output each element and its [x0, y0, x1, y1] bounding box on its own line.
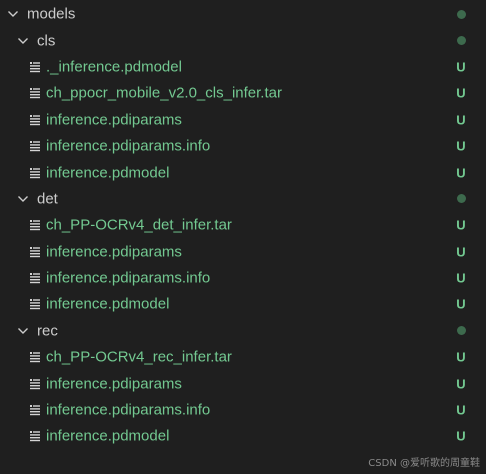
file-label: inference.pdiparams: [46, 243, 182, 261]
file-lines-icon: [29, 351, 41, 363]
file-lines-icon: [29, 404, 41, 416]
file-lines-icon: [29, 140, 41, 152]
untracked-badge: U: [456, 59, 466, 75]
file-lines-icon: [29, 430, 41, 442]
file-lines-icon: [29, 61, 41, 73]
file-row[interactable]: inference.pdiparams.info U: [0, 133, 486, 159]
file-label: ch_PP-OCRv4_det_infer.tar: [46, 216, 232, 234]
file-lines-icon: [29, 246, 41, 258]
file-lines-icon: [29, 167, 41, 179]
file-lines-icon: [29, 298, 41, 310]
file-lines-icon: [29, 272, 41, 284]
folder-row-cls[interactable]: cls: [0, 27, 486, 53]
watermark: CSDN @爱听歌的周童鞋: [368, 458, 480, 469]
file-row[interactable]: inference.pdiparams U: [0, 239, 486, 265]
file-row[interactable]: ch_PP-OCRv4_det_infer.tar U: [0, 212, 486, 238]
untracked-badge: U: [456, 428, 466, 444]
file-label: inference.pdmodel: [46, 164, 170, 182]
untracked-badge: U: [456, 376, 466, 392]
file-row[interactable]: inference.pdmodel U: [0, 423, 486, 449]
folder-label: models: [27, 5, 76, 23]
untracked-badge: U: [456, 85, 466, 101]
folder-label: rec: [37, 322, 58, 340]
file-label: inference.pdiparams.info: [46, 269, 211, 287]
modified-dot-indicator: [457, 9, 466, 19]
file-label: ch_ppocr_mobile_v2.0_cls_infer.tar: [46, 84, 282, 102]
untracked-badge: U: [456, 112, 466, 128]
file-label: ch_PP-OCRv4_rec_infer.tar: [46, 348, 232, 366]
file-row[interactable]: ch_ppocr_mobile_v2.0_cls_infer.tar U: [0, 80, 486, 106]
file-label: inference.pdiparams.info: [46, 137, 211, 155]
file-row[interactable]: inference.pdmodel U: [0, 159, 486, 185]
file-explorer-tree: models cls ._inference.pdmodel U ch_ppoc…: [0, 0, 486, 450]
folder-label: cls: [37, 32, 56, 50]
untracked-badge: U: [456, 244, 466, 260]
untracked-badge: U: [456, 217, 466, 233]
file-lines-icon: [29, 87, 41, 99]
file-label: inference.pdmodel: [46, 295, 170, 313]
file-lines-icon: [29, 378, 41, 390]
file-row[interactable]: inference.pdiparams U: [0, 370, 486, 396]
modified-dot-indicator: [457, 326, 466, 336]
untracked-badge: U: [456, 165, 466, 181]
chevron-down-icon[interactable]: [16, 34, 30, 48]
file-row[interactable]: ch_PP-OCRv4_rec_infer.tar U: [0, 344, 486, 370]
chevron-down-icon[interactable]: [16, 192, 30, 206]
file-lines-icon: [29, 219, 41, 231]
folder-row-rec[interactable]: rec: [0, 318, 486, 344]
file-label: ._inference.pdmodel: [46, 58, 182, 76]
folder-label: det: [37, 190, 58, 208]
untracked-badge: U: [456, 349, 466, 365]
file-row[interactable]: inference.pdiparams.info U: [0, 397, 486, 423]
file-lines-icon: [29, 114, 41, 126]
folder-row-models[interactable]: models: [0, 1, 486, 27]
untracked-badge: U: [456, 138, 466, 154]
file-row[interactable]: ._inference.pdmodel U: [0, 54, 486, 80]
file-label: inference.pdiparams.info: [46, 401, 211, 419]
file-row[interactable]: inference.pdmodel U: [0, 291, 486, 317]
folder-row-det[interactable]: det: [0, 186, 486, 212]
file-label: inference.pdiparams: [46, 111, 182, 129]
untracked-badge: U: [456, 270, 466, 286]
chevron-down-icon[interactable]: [6, 7, 20, 21]
file-label: inference.pdiparams: [46, 375, 182, 393]
modified-dot-indicator: [457, 194, 466, 204]
modified-dot-indicator: [457, 36, 466, 46]
chevron-down-icon[interactable]: [16, 324, 30, 338]
file-row[interactable]: inference.pdiparams.info U: [0, 265, 486, 291]
file-label: inference.pdmodel: [46, 427, 170, 445]
untracked-badge: U: [456, 402, 466, 418]
file-row[interactable]: inference.pdiparams U: [0, 107, 486, 133]
untracked-badge: U: [456, 296, 466, 312]
